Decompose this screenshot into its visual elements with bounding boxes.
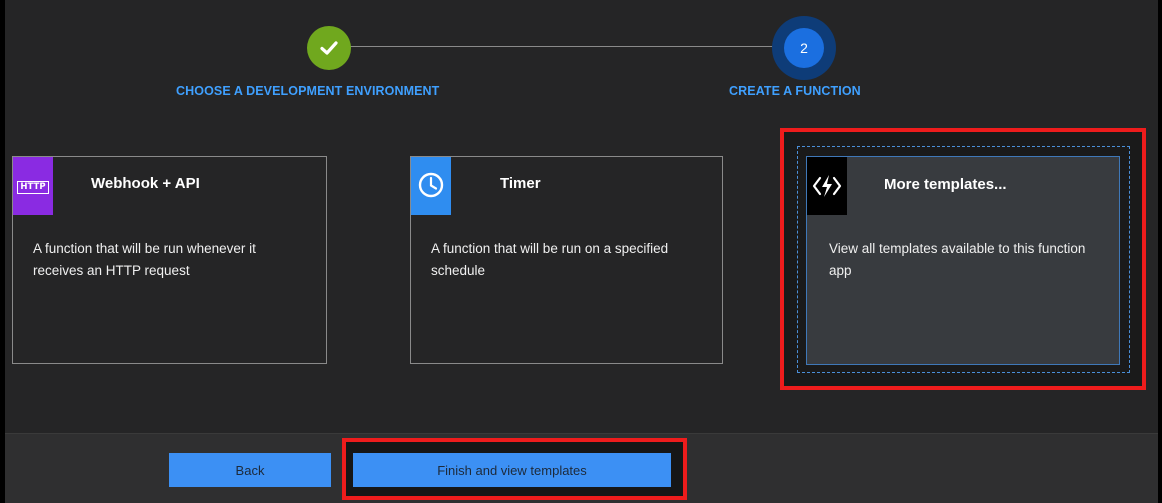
- card-header: HTTP Webhook + API: [13, 157, 326, 215]
- clock-icon: [411, 157, 451, 215]
- step-1-indicator: [307, 26, 351, 70]
- window-edge-left: [0, 0, 5, 502]
- window-edge-right: [1158, 0, 1162, 502]
- card-description: A function that will be run whenever it …: [33, 241, 256, 278]
- template-card-webhook-api[interactable]: HTTP Webhook + API A function that will …: [12, 156, 327, 364]
- card-title: More templates...: [884, 176, 1007, 193]
- template-card-more-templates[interactable]: More templates... View all templates ava…: [806, 156, 1120, 365]
- card-title: Timer: [500, 175, 541, 192]
- step-2-indicator: 2: [784, 28, 824, 68]
- checkmark-icon: [320, 41, 338, 55]
- card-description: A function that will be run on a specifi…: [431, 241, 669, 278]
- step-2-label: CREATE A FUNCTION: [729, 84, 861, 98]
- card-header: Timer: [411, 157, 722, 215]
- card-title: Webhook + API: [91, 175, 200, 192]
- card-description: View all templates available to this fun…: [829, 241, 1086, 278]
- back-button[interactable]: Back: [169, 453, 331, 487]
- create-function-wizard: 2 CHOOSE A DEVELOPMENT ENVIRONMENT CREAT…: [0, 0, 1162, 503]
- template-card-timer[interactable]: Timer A function that will be run on a s…: [410, 156, 723, 364]
- step-1-label: CHOOSE A DEVELOPMENT ENVIRONMENT: [176, 84, 440, 98]
- azure-functions-icon: [807, 157, 847, 215]
- stepper-connector: [330, 46, 805, 47]
- http-icon: HTTP: [13, 157, 53, 215]
- finish-and-view-templates-button[interactable]: Finish and view templates: [353, 453, 671, 487]
- step-2-number: 2: [800, 40, 808, 56]
